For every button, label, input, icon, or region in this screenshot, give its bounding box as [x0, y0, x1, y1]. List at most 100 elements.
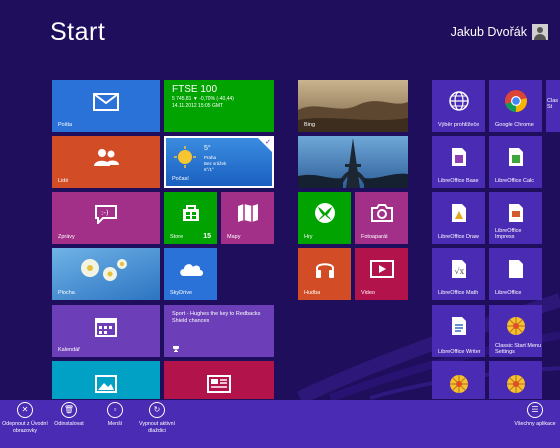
tile-label: Fotoaparát: [361, 234, 388, 240]
tile-browser-choice[interactable]: Výběr prohlížeče: [432, 80, 485, 132]
tile-lo-impress[interactable]: LibreOffice Impress: [489, 192, 542, 244]
globe-icon: [448, 91, 469, 111]
lo-math-icon: √x: [451, 259, 466, 278]
uninstall-button[interactable]: 🗑 Odinstalovat: [44, 402, 94, 428]
calendar-icon: [95, 317, 117, 337]
tile-label: LibreOffice Draw: [438, 234, 479, 240]
tile-label: Classic Start Menu Settings: [495, 343, 542, 355]
tile-lo[interactable]: LibreOffice: [489, 248, 542, 300]
app-bar: ✕ Odepnout z Úvodní obrazovky 🗑 Odinstal…: [0, 400, 560, 448]
weather-condition: Bez srážek: [204, 161, 227, 166]
tile-label: Lidé: [58, 178, 69, 184]
photos-icon: [95, 374, 117, 393]
tile-label: Video: [361, 290, 375, 296]
selected-check-icon: ✓: [258, 138, 272, 152]
messaging-icon: :-): [95, 204, 117, 224]
tile-mail[interactable]: Pošta: [52, 80, 160, 132]
tile-label: Výběr prohlížeče: [438, 122, 480, 128]
tile-label: Počasí: [172, 176, 189, 182]
sun-icon: [174, 146, 196, 168]
tile-classic-settings[interactable]: Classic Start Menu Settings: [489, 305, 542, 357]
skydrive-icon: [179, 263, 203, 276]
user-avatar-icon: [532, 24, 548, 40]
tile-label: Google Chrome: [495, 122, 534, 128]
uninstall-label: Odinstalovat: [54, 421, 84, 427]
svg-text::-): :-): [101, 209, 109, 217]
finance-title: FTSE 100: [172, 84, 218, 95]
tile-label: Hudba: [304, 290, 321, 296]
lo-calc-icon: [508, 147, 523, 166]
mail-icon: [93, 92, 119, 111]
tile-video[interactable]: Video: [355, 248, 408, 300]
smaller-icon: ▫: [107, 402, 123, 418]
unpin-button[interactable]: ✕ Odepnout z Úvodní obrazovky: [0, 402, 50, 434]
uninstall-icon: 🗑: [61, 402, 77, 418]
tile-label: LibreOffice Writer: [438, 349, 481, 355]
tile-games[interactable]: Hry: [298, 192, 351, 244]
tile-lo-base[interactable]: LibreOffice Base: [432, 136, 485, 188]
tile-camera[interactable]: Fotoaparát: [355, 192, 408, 244]
finance-value: 5 745,81 ▼ -0,70% (-40,44): [172, 96, 234, 102]
tile-messaging[interactable]: :-) Zprávy: [52, 192, 160, 244]
all-apps-button[interactable]: ☰ Všechny aplikace: [510, 402, 560, 428]
tile-lo-calc[interactable]: LibreOffice Calc: [489, 136, 542, 188]
live-tile-off-icon: ↻: [149, 402, 165, 418]
unpin-label: Odepnout z Úvodní obrazovky: [2, 421, 48, 434]
tile-lo-math[interactable]: √x LibreOffice Math: [432, 248, 485, 300]
user-name: Jakub Dvořák: [450, 25, 527, 39]
people-icon: [94, 148, 119, 166]
tile-classic-a[interactable]: [432, 361, 485, 399]
games-icon: [314, 202, 335, 223]
tile-people[interactable]: Lidé: [52, 136, 160, 188]
tile-label: Clas St: [547, 98, 559, 110]
tile-desktop-photo[interactable]: [298, 136, 408, 188]
tile-label: LibreOffice Impress: [495, 228, 522, 240]
tile-lo-draw[interactable]: LibreOffice Draw: [432, 192, 485, 244]
tile-label: Mapy: [227, 234, 241, 240]
all-apps-icon: ☰: [527, 402, 543, 418]
tile-label: LibreOffice Base: [438, 178, 479, 184]
tile-chrome[interactable]: Google Chrome: [489, 80, 542, 132]
tile-desktop[interactable]: Plocha: [52, 248, 160, 300]
news-icon: [207, 374, 231, 393]
tile-label: Plocha: [58, 290, 75, 296]
svg-text:√x: √x: [454, 267, 464, 276]
chrome-icon: [504, 89, 527, 112]
classic-shell-icon: [449, 374, 468, 393]
tile-sport[interactable]: Sport - Hughes the key to Redbacks Shiel…: [164, 305, 274, 357]
sport-headline: Sport - Hughes the key to Redbacks Shiel…: [172, 311, 261, 324]
trophy-icon: [173, 346, 179, 352]
tile-calendar[interactable]: Kalendář: [52, 305, 160, 357]
tile-label: Store: [170, 234, 184, 240]
tile-classic-start[interactable]: Clas St: [546, 80, 560, 132]
lo-draw-icon: [451, 203, 466, 222]
maps-icon: [237, 203, 258, 222]
tile-maps[interactable]: Mapy: [221, 192, 274, 244]
tile-label: SkyDrive: [170, 290, 193, 296]
all-apps-label: Všechny aplikace: [514, 421, 556, 427]
tile-bing[interactable]: Bing: [298, 80, 408, 132]
weather-city: Praha: [204, 155, 217, 160]
tile-label: LibreOffice: [495, 290, 522, 296]
tile-label: Hry: [304, 234, 313, 240]
user-account[interactable]: Jakub Dvořák: [451, 24, 548, 40]
tile-news[interactable]: [164, 361, 274, 399]
tile-classic-b[interactable]: [489, 361, 542, 399]
lo-impress-icon: [508, 203, 523, 222]
tile-label: LibreOffice Math: [438, 290, 479, 296]
classic-shell-icon: [506, 374, 525, 393]
camera-icon: [370, 203, 393, 222]
tile-lo-writer[interactable]: LibreOffice Writer: [432, 305, 485, 357]
page-title: Start: [50, 18, 106, 46]
lo-icon: [508, 259, 523, 278]
turn-off-live-tile-button[interactable]: ↻ Vypnout aktivní dlaždici: [132, 402, 182, 434]
tile-music[interactable]: Hudba: [298, 248, 351, 300]
tile-label: LibreOffice Calc: [495, 178, 535, 184]
music-icon: [315, 263, 334, 278]
tile-skydrive[interactable]: SkyDrive: [164, 248, 217, 300]
tile-store[interactable]: Store 15: [164, 192, 217, 244]
tile-photos[interactable]: [52, 361, 160, 399]
tile-finance[interactable]: FTSE 100 5 745,81 ▼ -0,70% (-40,44) 14.1…: [164, 80, 274, 132]
tile-label: Bing: [304, 122, 316, 128]
tile-weather[interactable]: 5° Praha Bez srážek 6°/1° Počasí ✓: [164, 136, 274, 188]
